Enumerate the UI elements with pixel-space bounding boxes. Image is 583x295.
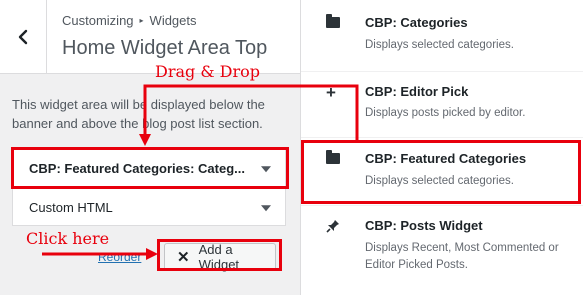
section-title: Home Widget Area Top	[62, 37, 268, 59]
widget-title: CBP: Categories	[365, 15, 468, 30]
back-button[interactable]	[0, 0, 47, 74]
widget-area-description: This widget area will be displayed below…	[12, 97, 265, 131]
widget-title: CBP: Editor Pick	[365, 84, 469, 99]
widget-description: Displays selected categories.	[365, 39, 514, 51]
highlight-source-widget	[301, 140, 581, 204]
drag-drop-annotation: Drag & Drop	[155, 62, 261, 81]
widget-label: Custom HTML	[29, 199, 113, 215]
breadcrumb-leaf: Widgets	[149, 13, 197, 28]
widget-custom-html[interactable]: Custom HTML	[12, 188, 286, 226]
chevron-left-icon	[18, 29, 28, 45]
highlight-dropped-widget	[11, 147, 289, 189]
widget-description: Displays Recent, Most Commented or Edito…	[365, 242, 559, 271]
highlight-add-widget	[157, 239, 282, 271]
plus-icon: +	[326, 83, 336, 102]
available-widget-categories[interactable]: CBP: Categories Displays selected catego…	[301, 0, 583, 72]
breadcrumb: Customizing ▸ Widgets	[62, 13, 197, 28]
folder-icon	[326, 14, 340, 28]
click-here-annotation: Click here	[26, 229, 110, 248]
breadcrumb-separator: ▸	[139, 16, 144, 25]
widget-title: CBP: Posts Widget	[365, 218, 483, 233]
breadcrumb-root: Customizing	[62, 13, 134, 28]
reorder-link[interactable]: Reorder	[98, 250, 141, 264]
caret-down-icon[interactable]	[261, 205, 271, 212]
available-widget-posts[interactable]: CBP: Posts Widget Displays Recent, Most …	[301, 206, 583, 295]
pin-icon	[326, 219, 340, 238]
widget-description: Displays posts picked by editor.	[365, 107, 526, 119]
available-widget-editor-pick[interactable]: + CBP: Editor Pick Displays posts picked…	[301, 72, 583, 138]
